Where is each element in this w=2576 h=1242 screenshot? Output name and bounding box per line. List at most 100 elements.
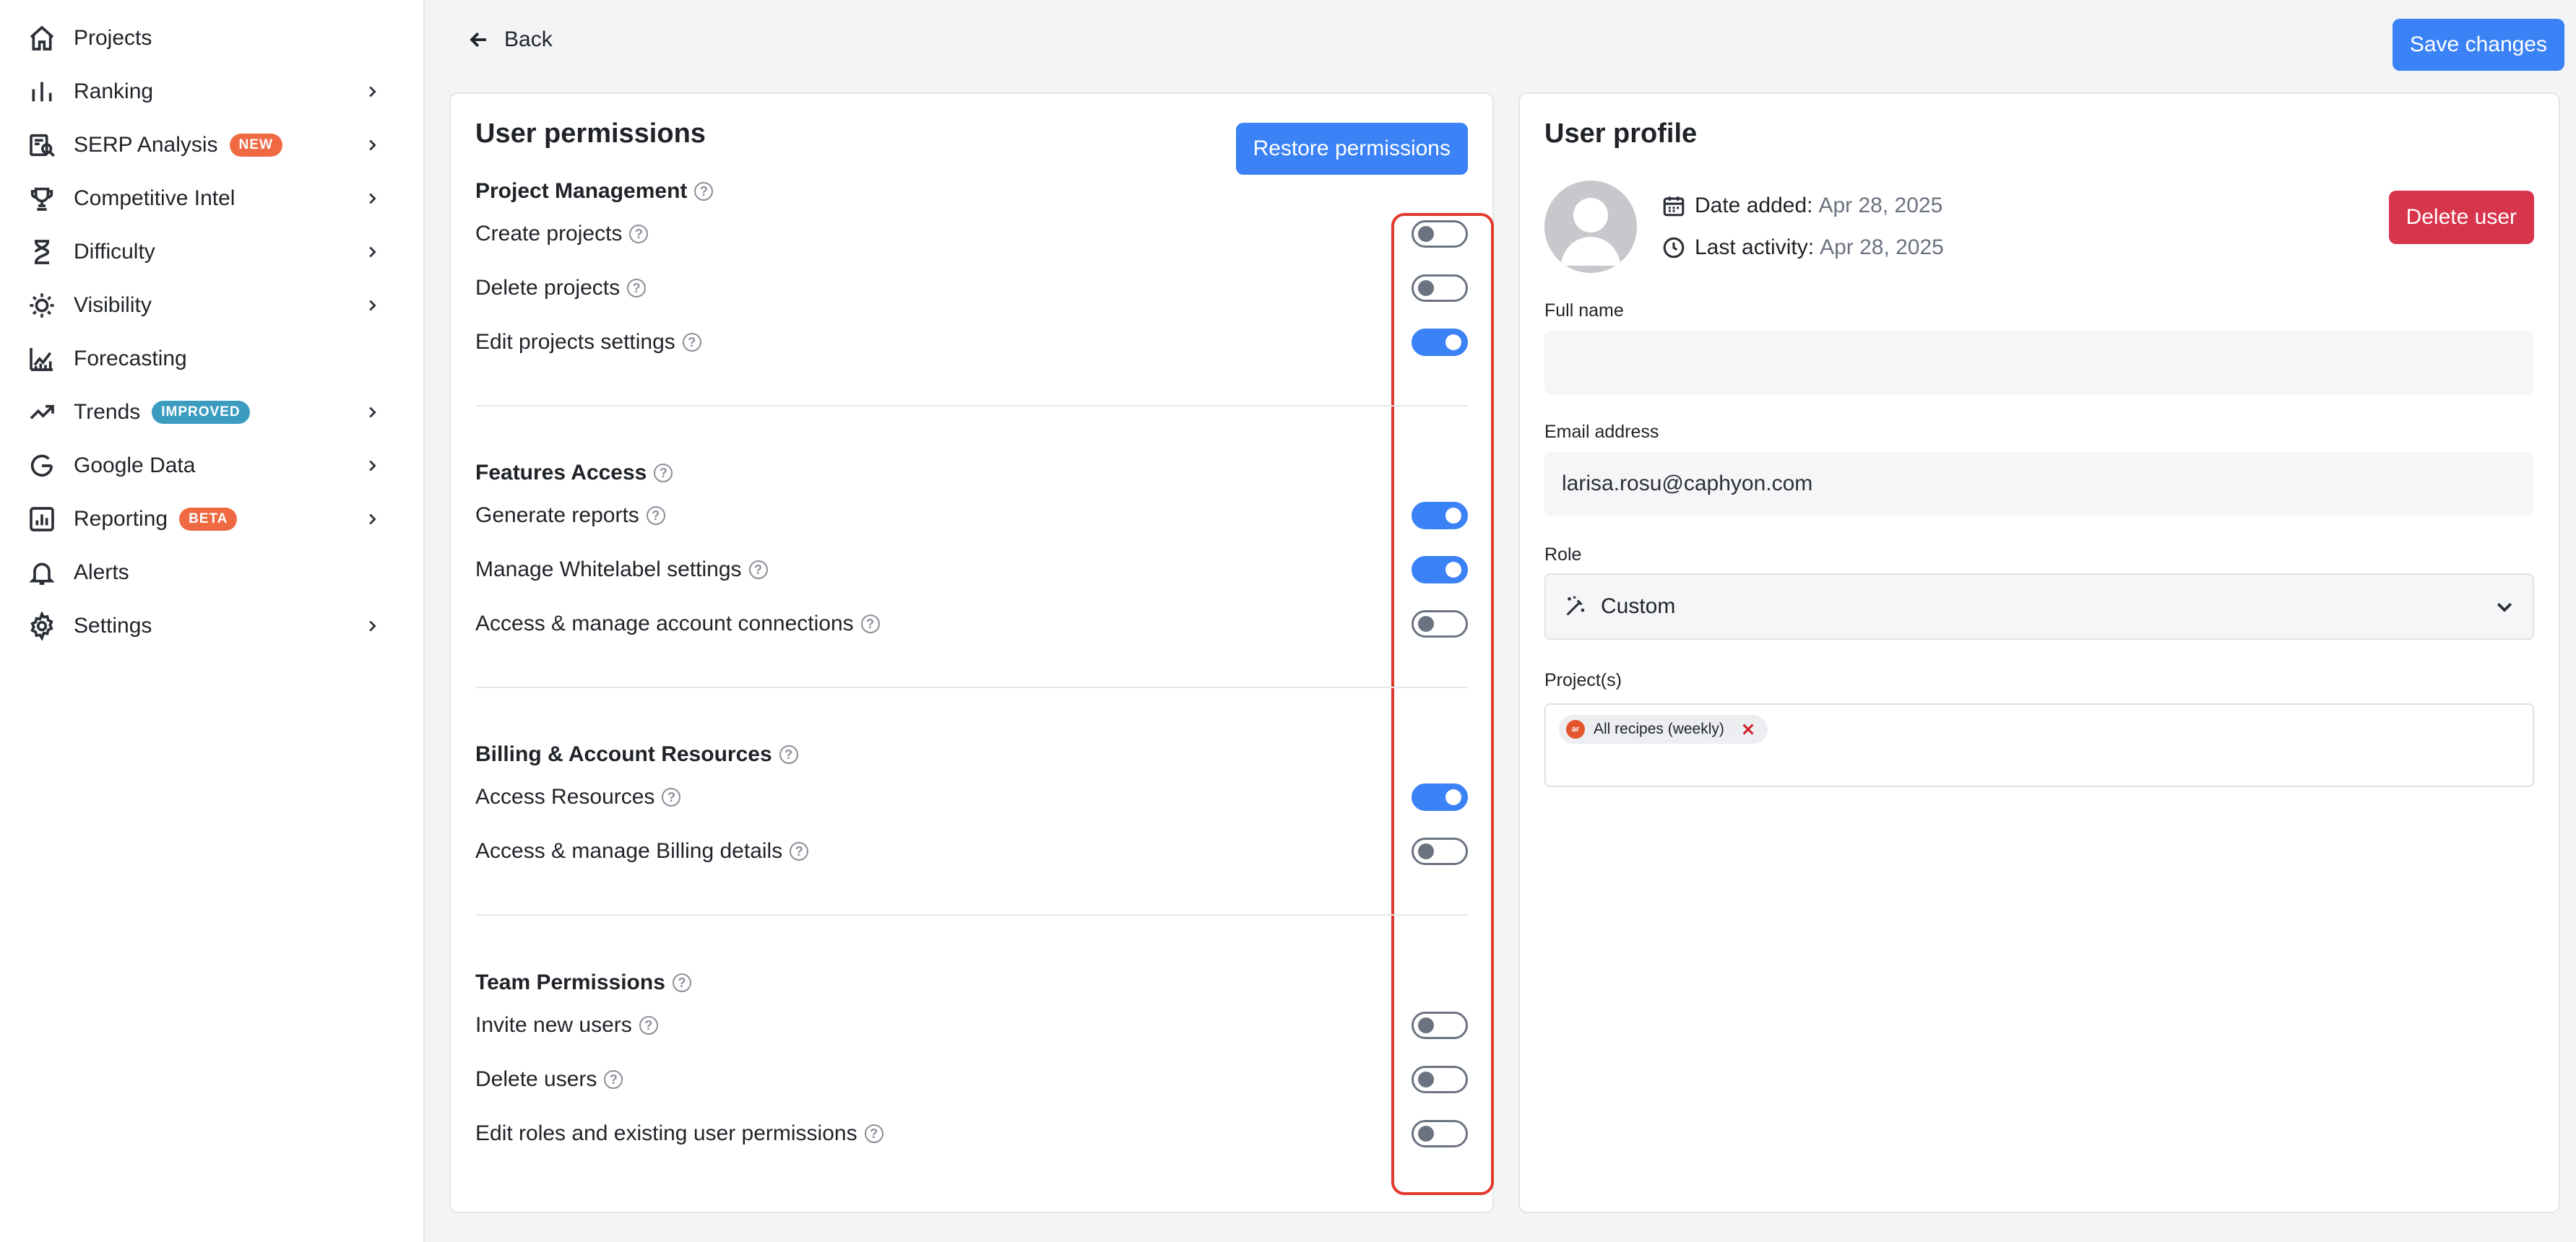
avatar [1544,181,1637,273]
project-logo-icon: ar [1566,720,1585,739]
permission-toggle[interactable] [1412,838,1468,865]
gear-icon [26,610,58,642]
permission-row: Delete users? [475,1061,1468,1098]
permission-label: Manage Whitelabel settings [475,557,742,581]
permission-toggle[interactable] [1412,502,1468,529]
sidebar-item-trends[interactable]: Trends IMPROVED [0,386,423,439]
sidebar-item-label: SERP Analysis [74,133,218,157]
sidebar-item-visibility[interactable]: Visibility [0,279,423,332]
section-title: Features Access? [475,461,673,485]
toggle-knob [1445,789,1461,805]
sidebar-item-serp-analysis[interactable]: SERP Analysis NEW [0,118,423,172]
sidebar-item-alerts[interactable]: Alerts [0,546,423,599]
section-title-text: Team Permissions [475,970,665,994]
full-name-field[interactable] [1544,331,2534,394]
permission-row: Generate reports? [475,498,1468,534]
section-divider [475,687,1468,688]
permission-toggle[interactable] [1412,220,1468,248]
sidebar-item-settings[interactable]: Settings [0,599,423,653]
date-added-row: Date added: Apr 28, 2025 [1661,194,1942,218]
projects-multiselect[interactable]: ar All recipes (weekly) [1544,703,2534,787]
chevron-right-icon [364,458,380,474]
sidebar-item-label: Settings [74,614,152,638]
permission-toggle[interactable] [1412,1012,1468,1039]
permission-label: Access & manage account connections [475,612,854,635]
email-field[interactable]: larisa.rosu@caphyon.com [1544,452,2534,516]
sidebar-item-label: Ranking [74,79,154,103]
trophy-icon [26,183,58,214]
permission-toggle[interactable] [1412,610,1468,638]
permission-toggle[interactable] [1412,556,1468,583]
sidebar-item-google-data[interactable]: Google Data [0,439,423,492]
permission-label: Invite new users [475,1013,632,1037]
section-divider [475,914,1468,916]
help-icon[interactable]: ? [639,1016,658,1035]
permission-label: Access & manage Billing details [475,839,783,863]
permission-toggle[interactable] [1412,329,1468,356]
help-icon[interactable]: ? [748,560,768,579]
sidebar-item-ranking[interactable]: Ranking [0,65,423,118]
help-icon[interactable]: ? [682,333,701,352]
help-icon[interactable]: ? [864,1124,883,1143]
back-button[interactable]: Back [468,27,553,52]
help-icon[interactable]: ? [654,464,673,482]
help-icon[interactable]: ? [790,842,809,861]
role-select[interactable]: Custom [1544,573,2534,640]
help-icon[interactable]: ? [627,279,647,298]
help-icon[interactable]: ? [604,1070,623,1089]
help-icon[interactable]: ? [672,973,691,992]
delete-user-button[interactable]: Delete user [2388,191,2534,244]
help-icon[interactable]: ? [694,182,714,201]
save-changes-button[interactable]: Save changes [2392,19,2564,71]
permission-row: Manage Whitelabel settings? [475,552,1468,588]
bar-chart-icon [26,76,58,108]
sidebar-item-reporting[interactable]: Reporting BETA [0,492,423,546]
chevron-right-icon [364,511,380,527]
sidebar-item-forecasting[interactable]: Forecasting [0,332,423,386]
profile-title: User profile [1544,118,1698,149]
toggle-knob [1418,1072,1434,1087]
toggle-knob [1418,616,1434,632]
section-title: Team Permissions? [475,970,691,995]
help-icon[interactable]: ? [646,506,665,525]
role-label: Role [1544,544,1582,565]
permission-label: Delete users [475,1067,597,1091]
permission-row: Delete projects? [475,270,1468,306]
sidebar-item-projects[interactable]: Projects [0,12,423,65]
role-value: Custom [1601,594,1676,618]
permission-toggle[interactable] [1412,1120,1468,1147]
restore-permissions-button[interactable]: Restore permissions [1235,123,1468,175]
permission-toggle[interactable] [1412,783,1468,811]
forecast-chart-icon [26,343,58,375]
sidebar-item-competitive-intel[interactable]: Competitive Intel [0,172,423,225]
permission-label: Edit roles and existing user permissions [475,1121,857,1145]
user-silhouette-icon [1560,198,1621,266]
section-title: Project Management? [475,179,714,204]
help-icon[interactable]: ? [662,788,681,807]
date-added-value: Apr 28, 2025 [1818,194,1943,217]
sidebar-item-label: Reporting [74,507,168,531]
projects-label: Project(s) [1544,670,1622,690]
status-badge: IMPROVED [152,401,250,424]
google-icon [26,450,58,482]
permission-toggle[interactable] [1412,1066,1468,1093]
sidebar-item-label: Trends [74,400,141,424]
toggle-knob [1418,280,1434,296]
project-chip[interactable]: ar All recipes (weekly) [1559,715,1768,744]
permission-row: Create projects? [475,216,1468,252]
permission-row: Access & manage account connections? [475,606,1468,642]
last-activity-row: Last activity: Apr 28, 2025 [1661,235,1944,260]
clock-icon [1663,237,1685,259]
help-icon[interactable]: ? [779,745,798,764]
remove-chip-icon[interactable] [1740,721,1756,737]
help-icon[interactable]: ? [629,225,649,243]
section-title: Billing & Account Resources? [475,742,798,767]
toggle-knob [1445,508,1461,524]
help-icon[interactable]: ? [860,615,880,633]
serp-search-icon [26,129,58,161]
sidebar-item-difficulty[interactable]: Difficulty [0,225,423,279]
arrow-left-icon [470,32,486,48]
permission-toggle[interactable] [1412,274,1468,302]
chevron-right-icon [364,244,380,260]
chevron-right-icon [364,84,380,100]
